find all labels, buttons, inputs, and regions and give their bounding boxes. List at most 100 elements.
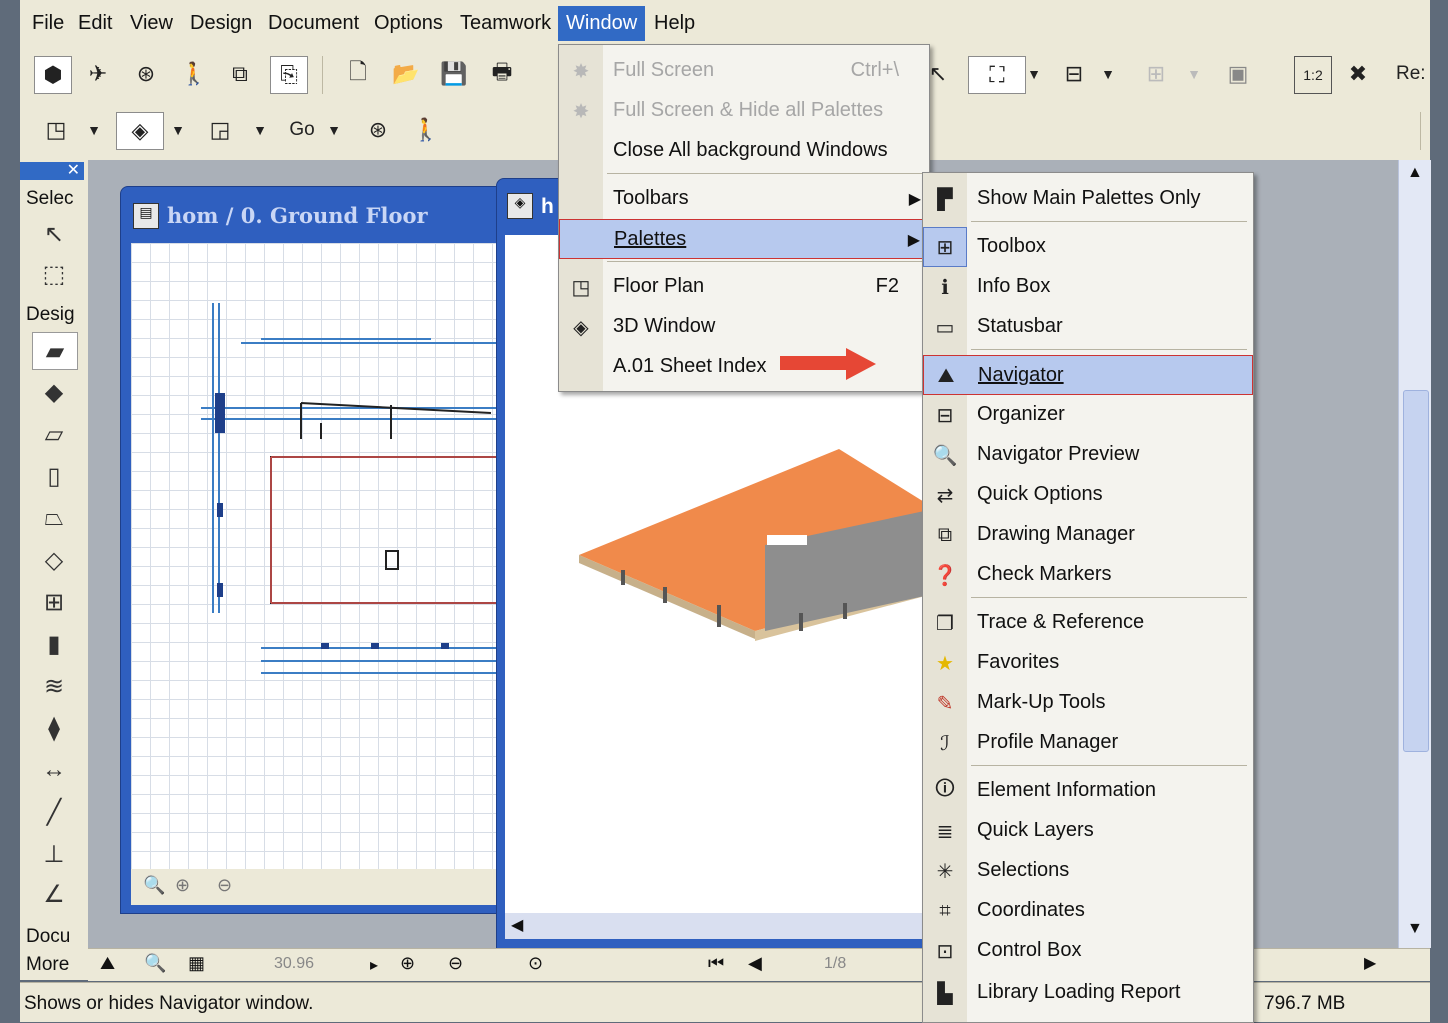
floor-plan-window-title[interactable]: hom / 0. Ground Floor	[167, 203, 428, 228]
scroll-left-icon[interactable]: ◀	[511, 915, 523, 935]
menu-window[interactable]: Window	[558, 6, 646, 41]
menu-file[interactable]: File	[26, 10, 70, 37]
menu-item-organizer[interactable]: ⊟ Organizer	[923, 395, 1253, 435]
layout-icon[interactable]: ◲	[202, 112, 238, 148]
chevron-down-icon[interactable]: ▼	[168, 112, 188, 148]
menu-item-floor-plan[interactable]: ◳ Floor Plan F2	[559, 267, 929, 307]
menu-item-markup-tools[interactable]: ✎ Mark-Up Tools	[923, 683, 1253, 723]
shell-tool-icon[interactable]: ◇	[32, 542, 76, 578]
dimension-tool-icon[interactable]: ↔	[32, 752, 76, 788]
walk-icon[interactable]: 🚶	[176, 56, 212, 92]
floor-plan-view-icon[interactable]: ◳	[38, 112, 74, 148]
chevron-down-icon[interactable]: ▼	[324, 112, 344, 148]
menu-item-toolbox[interactable]: ⊞ Toolbox	[923, 227, 1253, 267]
floor-plan-canvas[interactable]	[131, 243, 500, 869]
menu-item-trace-reference[interactable]: ❐ Trace & Reference	[923, 603, 1253, 643]
toolbox-section-more[interactable]: More	[26, 954, 69, 976]
menu-item-control-box[interactable]: ⊡ Control Box	[923, 931, 1253, 971]
zoom-in-icon[interactable]: ⊕	[175, 875, 190, 896]
menu-item-coordinates[interactable]: ⌗ Coordinates	[923, 891, 1253, 931]
menu-options[interactable]: Options	[368, 10, 449, 37]
go-button[interactable]: Go	[284, 112, 320, 148]
camera-icon[interactable]: ✈	[80, 56, 116, 92]
arrow-tool-icon[interactable]: ↖	[32, 216, 76, 252]
close-view-icon[interactable]: ✖	[1340, 56, 1376, 92]
3d-box-icon[interactable]: ⬢	[34, 56, 72, 94]
prev-page-icon[interactable]: ◀	[748, 953, 762, 974]
menu-item-close-background-windows[interactable]: Close All background Windows	[559, 131, 929, 171]
roof-tool-icon[interactable]: ⏢	[32, 500, 76, 536]
menu-item-check-markers[interactable]: ❓ Check Markers	[923, 555, 1253, 595]
mesh-tool-icon[interactable]: ⧫	[32, 710, 76, 746]
menu-item-quick-options[interactable]: ⇄ Quick Options	[923, 475, 1253, 515]
menu-item-library-loading-report[interactable]: ▙ Library Loading Report	[923, 973, 1253, 1013]
layer-icon[interactable]: ▣	[1220, 56, 1256, 92]
3d-view-icon[interactable]: ◈	[116, 112, 164, 150]
menu-item-statusbar[interactable]: ▭ Statusbar	[923, 307, 1253, 347]
wall-tool-icon[interactable]: ▰	[32, 332, 78, 370]
print-icon[interactable]: 🖶	[484, 56, 520, 92]
slab-tool-icon[interactable]: ◆	[32, 374, 76, 410]
zoom-out-icon[interactable]: ⊖	[448, 953, 463, 974]
menu-item-toolbars[interactable]: Toolbars ▶	[559, 179, 929, 219]
walk-icon[interactable]: 🚶	[408, 112, 444, 148]
right-toolbar-label[interactable]: Re:	[1396, 56, 1430, 92]
chevron-down-icon[interactable]: ▼	[1184, 56, 1204, 92]
scale-icon[interactable]: 1:2	[1294, 56, 1332, 94]
column-tool-icon[interactable]: ▯	[32, 458, 76, 494]
line-tool-icon[interactable]: ╱	[32, 794, 76, 830]
layer-icon[interactable]: ▦	[188, 953, 205, 974]
zoom-in-icon[interactable]: ⊕	[400, 953, 415, 974]
menu-item-favorites[interactable]: ★ Favorites	[923, 643, 1253, 683]
zoom-icon[interactable]: 🔍	[144, 953, 166, 974]
first-page-icon[interactable]: ⏮	[708, 953, 724, 974]
play-icon[interactable]: ▸	[370, 955, 378, 975]
menu-item-quick-layers[interactable]: ≣ Quick Layers	[923, 811, 1253, 851]
scroll-down-icon[interactable]: ▼	[1407, 920, 1423, 938]
menu-teamwork[interactable]: Teamwork	[454, 10, 557, 37]
navigator-small-icon[interactable]: ⛰	[100, 953, 115, 974]
scrollbar-thumb[interactable]	[1403, 390, 1429, 752]
paste-icon[interactable]: ⎘	[270, 56, 308, 94]
chevron-down-icon[interactable]: ▼	[250, 112, 270, 148]
toolbox-section-document[interactable]: Docu	[26, 926, 70, 948]
menu-view[interactable]: View	[124, 10, 179, 37]
window-tool-icon[interactable]: ⊞	[32, 584, 76, 620]
new-file-icon[interactable]: 🗋	[340, 56, 376, 92]
open-folder-icon[interactable]: 📂	[388, 56, 424, 92]
marquee-icon[interactable]: ⛶	[968, 56, 1026, 94]
copy-icon[interactable]: ⧉	[222, 56, 258, 92]
menu-help[interactable]: Help	[648, 10, 701, 37]
dimension-icon[interactable]: ⊟	[1056, 56, 1092, 92]
menu-item-selections[interactable]: ✳ Selections	[923, 851, 1253, 891]
orbit-icon[interactable]: ⊛	[128, 56, 164, 92]
menu-item-full-screen-hide-palettes[interactable]: ✸ Full Screen & Hide all Palettes	[559, 91, 929, 131]
stair-tool-icon[interactable]: ≋	[32, 668, 76, 704]
menu-item-info-box[interactable]: ℹ Info Box	[923, 267, 1253, 307]
menu-item-element-information[interactable]: 🛈 Element Information	[923, 771, 1253, 811]
3d-window-title[interactable]: h	[541, 195, 554, 219]
workspace-vertical-scrollbar[interactable]: ▲ ▼	[1398, 160, 1431, 948]
orbit-icon[interactable]: ⊛	[360, 112, 396, 148]
toolbox-section-select[interactable]: Selec	[26, 188, 74, 210]
chevron-down-icon[interactable]: ▼	[1024, 56, 1044, 92]
level-tool-icon[interactable]: ⊥	[32, 836, 76, 872]
menu-item-navigator[interactable]: ⛰ Navigator	[923, 355, 1253, 395]
scroll-right-icon[interactable]: ▶	[1364, 953, 1376, 973]
scroll-up-icon[interactable]: ▲	[1407, 164, 1423, 182]
menu-design[interactable]: Design	[184, 10, 258, 37]
menu-item-3d-window[interactable]: ◈ 3D Window	[559, 307, 929, 347]
menu-item-drawing-manager[interactable]: ⧉ Drawing Manager	[923, 515, 1253, 555]
angle-tool-icon[interactable]: ∠	[32, 876, 76, 912]
menu-item-profile-manager[interactable]: ℐ Profile Manager	[923, 723, 1253, 763]
marquee-tool-icon[interactable]: ⬚	[32, 256, 76, 292]
grid-icon[interactable]: ⊞	[1138, 56, 1174, 92]
zoom-icon[interactable]: 🔍	[143, 875, 165, 896]
zoom-fit-icon[interactable]: ⊙	[528, 953, 543, 974]
save-icon[interactable]: 💾	[436, 56, 472, 92]
menu-item-palettes[interactable]: Palettes ▶	[559, 219, 929, 259]
menu-document[interactable]: Document	[262, 10, 365, 37]
menu-item-navigator-preview[interactable]: 🔍 Navigator Preview	[923, 435, 1253, 475]
toolbox-section-design[interactable]: Desig	[26, 304, 75, 326]
beam-tool-icon[interactable]: ▱	[32, 416, 76, 452]
